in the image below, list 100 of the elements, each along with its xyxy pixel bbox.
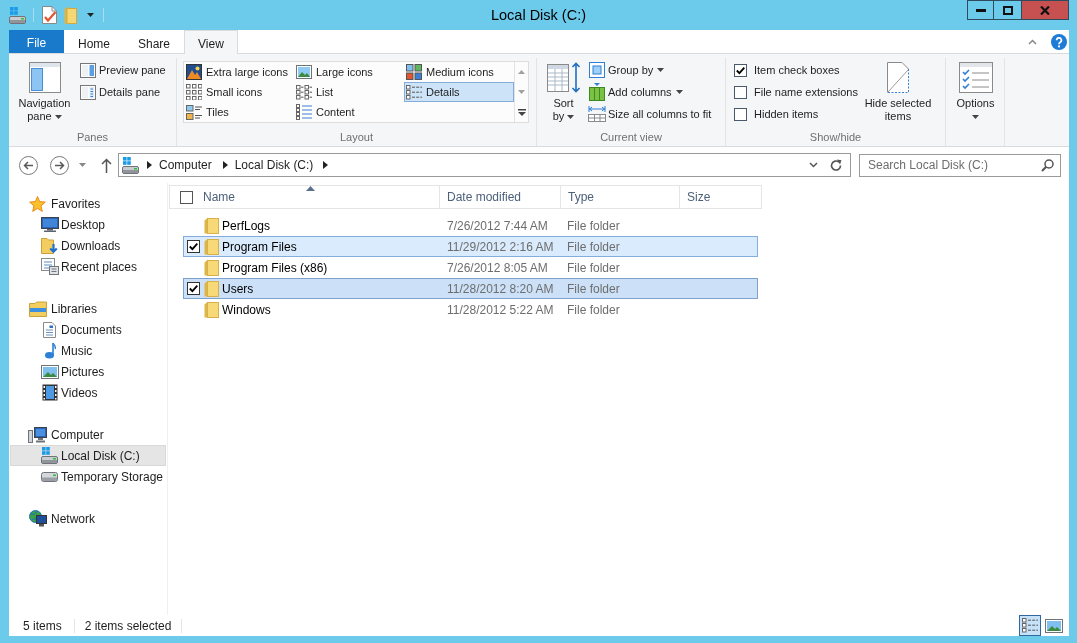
- ribbon-tab[interactable]: View: [184, 30, 238, 54]
- layout-option[interactable]: Extra large icons: [184, 62, 294, 82]
- window-title: Local Disk (C:): [490, 6, 587, 25]
- file-menu-tab[interactable]: File: [9, 30, 64, 53]
- caret-down-icon: [657, 68, 665, 72]
- checkbox[interactable]: [734, 63, 747, 77]
- nav-item[interactable]: Local Disk (C:): [10, 445, 166, 466]
- minimize-icon: [975, 8, 986, 12]
- search-field[interactable]: Search Local Disk (C:): [859, 153, 1061, 177]
- sort-by-button[interactable]: Sort by: [544, 58, 583, 123]
- breadcrumb[interactable]: Local Disk (C:): [234, 158, 314, 172]
- caret-down-icon: [972, 115, 979, 119]
- ribbon-tab[interactable]: Share: [124, 30, 185, 53]
- file-row[interactable]: Program Files 11/29/2012 2:16 AM File folder: [183, 236, 758, 257]
- file-row[interactable]: Program Files (x86) 7/26/2012 8:05 AM File folder: [183, 257, 758, 278]
- checkbox-label[interactable]: File name extensions: [754, 86, 858, 98]
- nav-item[interactable]: Network: [10, 508, 166, 529]
- tiles-view-icon: [186, 104, 202, 120]
- file-row[interactable]: Windows 11/28/2012 5:22 AM File folder: [183, 299, 758, 320]
- up-arrow-icon[interactable]: [101, 157, 112, 173]
- page-diagonal-icon: [887, 62, 909, 93]
- picture-icon: [296, 65, 312, 79]
- ribbon-tab[interactable]: Home: [64, 30, 124, 53]
- hide-selected-button[interactable]: Hide selected items: [860, 58, 936, 123]
- music-note-icon: [43, 342, 56, 359]
- caret-down-icon[interactable]: [87, 13, 94, 17]
- layout-option[interactable]: List: [294, 82, 404, 102]
- nav-item[interactable]: Desktop: [10, 214, 166, 235]
- column-header[interactable]: Size: [680, 185, 762, 209]
- modified-date: 7/26/2012 7:44 AM: [446, 218, 549, 233]
- group-label: Panes: [75, 130, 110, 145]
- column-header[interactable]: Name: [196, 185, 440, 209]
- select-all-checkbox[interactable]: [180, 190, 193, 204]
- layout-option[interactable]: Large icons: [294, 62, 404, 82]
- drive-icon: [41, 471, 58, 482]
- folder-icon: [204, 217, 219, 234]
- search-icon[interactable]: [1041, 158, 1054, 172]
- file-name: Program Files (x86): [222, 260, 329, 275]
- nav-item[interactable]: Libraries: [10, 298, 166, 319]
- add-columns-button[interactable]: Add columns: [587, 81, 712, 103]
- layout-option[interactable]: Medium icons: [404, 62, 514, 82]
- details-view-button[interactable]: [1019, 615, 1041, 636]
- group-label: Show/hide: [808, 130, 863, 145]
- chevron-right-icon[interactable]: [222, 161, 228, 169]
- triangle-down-icon[interactable]: [518, 90, 525, 94]
- nav-item[interactable]: Music: [10, 340, 166, 361]
- layout-option[interactable]: Tiles: [184, 102, 294, 122]
- folder-icon: [204, 301, 219, 318]
- file-row[interactable]: PerfLogs 7/26/2012 7:44 AM File folder: [183, 215, 758, 236]
- breadcrumb[interactable]: Computer: [159, 158, 212, 172]
- triangle-up-icon[interactable]: [518, 70, 525, 74]
- checkbox-label[interactable]: Hidden items: [754, 108, 819, 120]
- navigation-pane-button[interactable]: Navigation pane: [14, 58, 75, 123]
- column-header[interactable]: Type: [561, 185, 680, 209]
- size-columns-button[interactable]: Size all columns to fit: [587, 103, 712, 125]
- nav-item[interactable]: Documents: [10, 319, 166, 340]
- close-button[interactable]: [1022, 0, 1069, 20]
- expand-down-icon[interactable]: [517, 108, 526, 116]
- forward-icon[interactable]: [50, 155, 69, 175]
- layout-option[interactable]: Small icons: [184, 82, 294, 102]
- group-by-button[interactable]: Group by: [587, 59, 712, 81]
- nav-item[interactable]: Downloads: [10, 235, 166, 256]
- chevron-down-icon[interactable]: [809, 162, 818, 168]
- address-field[interactable]: Computer Local Disk (C:): [118, 153, 851, 177]
- preview-pane-button[interactable]: Preview pane: [78, 59, 166, 81]
- back-icon[interactable]: [19, 155, 38, 175]
- chevron-right-icon[interactable]: [147, 161, 152, 169]
- nav-item[interactable]: Pictures: [10, 361, 166, 382]
- help-icon[interactable]: [1051, 33, 1067, 50]
- refresh-icon[interactable]: [830, 158, 842, 172]
- checkbox[interactable]: [734, 85, 747, 99]
- modified-date: 11/29/2012 2:16 AM: [446, 239, 555, 254]
- document-list-icon: [40, 258, 59, 275]
- row-checkbox[interactable]: [187, 240, 200, 253]
- layout-option[interactable]: Content: [294, 102, 404, 122]
- options-button[interactable]: Options: [952, 58, 999, 119]
- nav-item[interactable]: Favorites: [10, 193, 166, 214]
- maximize-icon: [1002, 5, 1013, 15]
- item-count: 5 items: [23, 618, 62, 633]
- caret-down-icon: [54, 115, 62, 120]
- chevron-up-icon[interactable]: [1028, 38, 1037, 45]
- file-row[interactable]: Users 11/28/2012 8:20 AM File folder: [183, 278, 758, 299]
- layout-option[interactable]: Details: [404, 82, 514, 102]
- checkbox-label[interactable]: Item check boxes: [754, 64, 840, 76]
- modified-date: 11/28/2012 8:20 AM: [446, 281, 555, 296]
- column-width-icon: [588, 106, 606, 122]
- selection-count: 2 items selected: [84, 618, 172, 633]
- chevron-right-icon[interactable]: [323, 161, 329, 169]
- drive-icon[interactable]: [9, 6, 26, 24]
- nav-item[interactable]: Recent places: [10, 256, 166, 277]
- checkbox[interactable]: [734, 107, 747, 121]
- page-check-icon[interactable]: [42, 6, 57, 24]
- details-pane-button[interactable]: Details pane: [78, 81, 166, 103]
- nav-item[interactable]: Videos: [10, 382, 166, 403]
- column-header[interactable]: Date modified: [440, 185, 561, 209]
- nav-item[interactable]: Computer: [10, 424, 166, 445]
- caret-down-icon: [567, 115, 575, 120]
- minimize-button[interactable]: [967, 0, 994, 20]
- row-checkbox[interactable]: [187, 282, 200, 295]
- nav-item[interactable]: Temporary Storage: [10, 466, 166, 487]
